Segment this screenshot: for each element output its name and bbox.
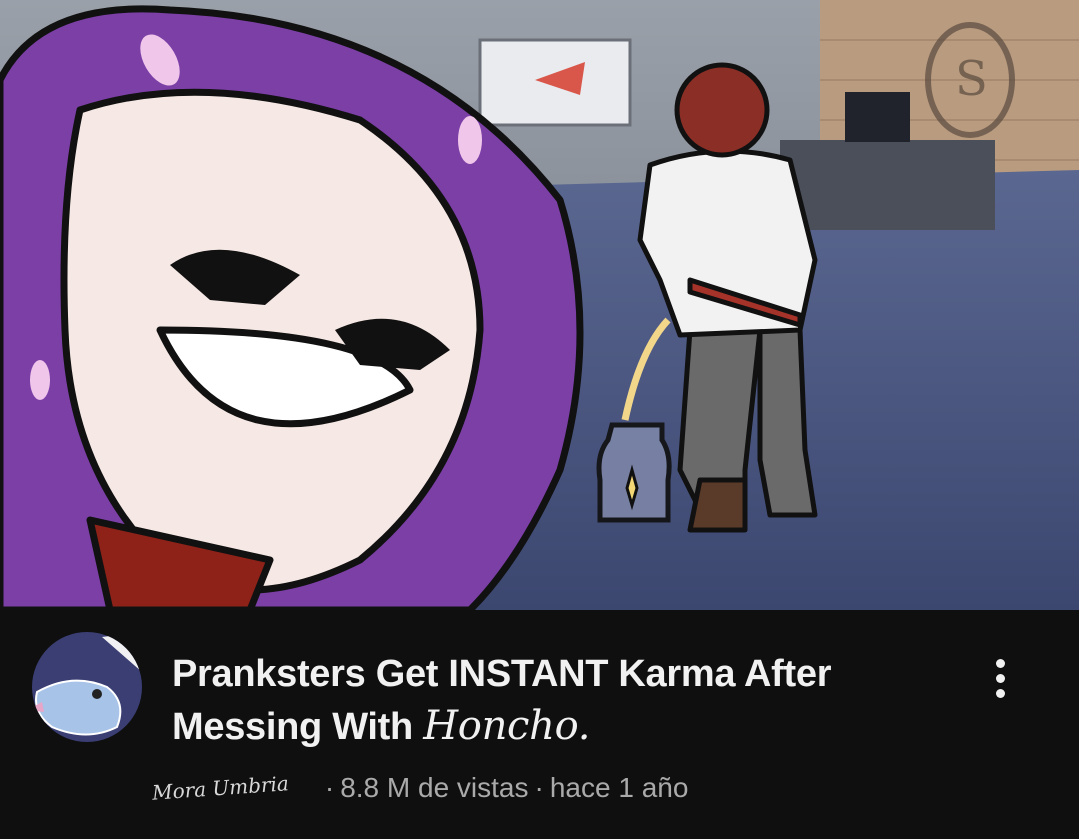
video-card: S Pranksters Get INSTANT Karma After Mes… <box>0 0 1079 839</box>
svg-text:S: S <box>955 51 988 107</box>
menu-dot <box>995 658 1005 668</box>
video-title-handwritten: Honcho. <box>423 703 591 749</box>
channel-name[interactable]: Mora Umbria <box>151 771 289 804</box>
separator: · <box>534 772 544 803</box>
menu-dot <box>995 688 1005 698</box>
separator: · <box>324 772 335 803</box>
video-title[interactable]: Pranksters Get INSTANT Karma After Messi… <box>172 648 942 753</box>
view-count: 8.8 M de vistas <box>340 772 529 803</box>
video-metadata: Mora Umbria · 8.8 M de vistas · hace 1 a… <box>151 768 689 808</box>
video-thumbnail[interactable]: S <box>0 0 1079 610</box>
upload-age: hace 1 año <box>549 772 689 803</box>
more-vert-icon[interactable] <box>982 648 1018 708</box>
channel-avatar[interactable] <box>32 632 142 742</box>
menu-dot <box>995 673 1005 683</box>
